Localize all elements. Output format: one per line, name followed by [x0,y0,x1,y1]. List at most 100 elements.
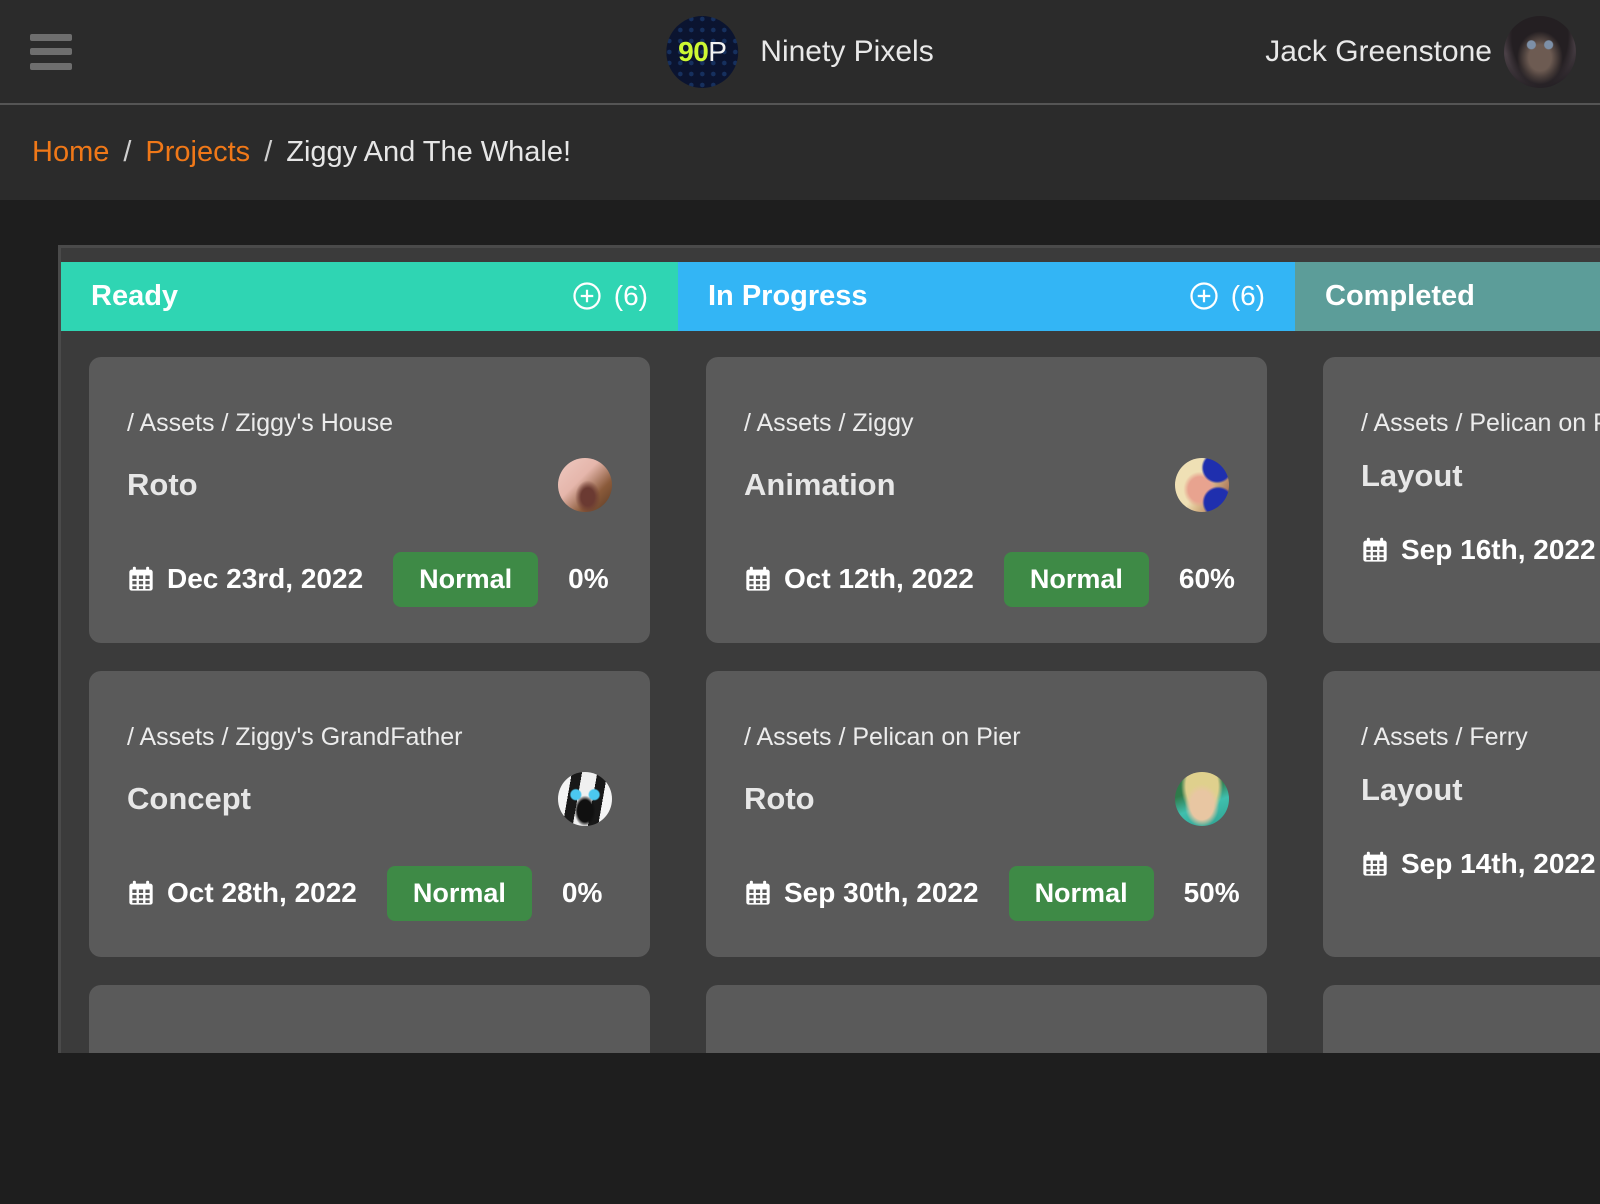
kanban-column-ready: Ready (6) / Assets / Ziggy's House Roto … [61,248,678,1053]
card-assignee-avatar[interactable] [558,457,612,512]
card-path: / Assets / Ziggy's House [127,408,393,437]
kanban-column-in-progress: In Progress (6) / Assets / Ziggy Animati… [678,248,1295,1053]
app-title: Ninety Pixels [760,34,934,68]
card-progress-percent: 0% [568,563,609,595]
user-menu[interactable]: Jack Greenstone [1265,15,1576,88]
card-path: / Assets / Ziggy's GrandFather [127,722,463,751]
column-header-ready: Ready (6) [61,262,678,331]
column-title: Ready [91,279,179,312]
card-assignee-avatar[interactable] [558,771,612,826]
card-priority-badge[interactable]: Normal [393,551,539,607]
card-heading-row: Layout [1361,772,1600,808]
card-path: / Assets / Ferry [1361,722,1528,751]
column-cards-in-progress: / Assets / Ziggy Animation Oct 12th, 202… [678,331,1295,1053]
card-due-date-text: Sep 16th, 2022 [1401,533,1596,565]
hamburger-bar [30,62,72,70]
card-due-date-text: Oct 12th, 2022 [784,563,974,595]
user-avatar[interactable] [1504,15,1576,88]
breadcrumb-separator: / [123,136,132,168]
card-progress-percent: 50% [1183,877,1240,909]
hamburger-bar [30,48,72,55]
kanban-board: Ready (6) / Assets / Ziggy's House Roto … [58,245,1600,1053]
card-title: Animation [744,466,896,502]
calendar-icon [744,565,772,593]
card-due-date: Sep 30th, 2022 [744,877,979,909]
task-card[interactable] [706,984,1267,1053]
column-header-in-progress: In Progress (6) [678,262,1295,331]
calendar-icon [127,565,155,593]
task-card[interactable]: / Assets / Ferry Layout Sep 14th, 2022 [1323,670,1600,957]
card-title: Roto [127,466,198,502]
card-path: / Assets / Ziggy [744,408,914,437]
logo-mark-number: 90 [678,35,709,67]
add-card-icon[interactable] [1189,281,1219,311]
card-title: Layout [1361,457,1463,493]
breadcrumb-item-projects[interactable]: Projects [145,136,250,169]
card-title: Roto [744,780,815,816]
task-card[interactable]: / Assets / Pelican on Pier Layout [1323,356,1600,643]
card-heading-row: Roto [127,457,612,512]
card-due-date: Sep 14th, 2022 [1361,848,1596,880]
card-footer: Sep 14th, 2022 [1361,848,1600,880]
hamburger-menu-icon[interactable] [30,33,72,70]
board-area: Ready (6) / Assets / Ziggy's House Roto … [0,200,1600,1204]
add-card-icon[interactable] [572,281,602,311]
column-card-count: (6) [613,280,648,312]
breadcrumb-item-current: Ziggy And The Whale! [286,136,572,168]
brand[interactable]: 90 P Ninety Pixels [666,15,934,88]
card-path: / Assets / Pelican on Pier [1361,408,1600,437]
card-priority-badge[interactable]: Normal [1008,865,1154,921]
card-footer: Oct 28th, 2022 Normal 0% [127,865,612,921]
calendar-icon [1361,850,1389,878]
card-due-date-text: Oct 28th, 2022 [167,877,357,909]
column-title: In Progress [708,279,868,312]
logo-mark-letter: P [708,35,727,67]
column-cards-ready: / Assets / Ziggy's House Roto Dec 23rd, … [61,331,678,1053]
card-path: / Assets / Pelican on Pier [744,722,1021,751]
card-footer: Sep 16th, 2022 [1361,534,1600,566]
column-header-completed: Completed [1295,262,1600,331]
task-card[interactable] [89,984,650,1053]
card-title: Layout [1361,771,1463,807]
calendar-icon [744,879,772,907]
breadcrumb-separator: / [264,136,273,168]
column-card-count: (6) [1230,280,1265,312]
task-card[interactable]: / Assets / Ziggy's House Roto Dec 23rd, … [89,356,650,643]
card-due-date: Oct 12th, 2022 [744,563,974,595]
card-due-date-text: Dec 23rd, 2022 [167,563,364,595]
card-assignee-avatar[interactable] [1175,457,1229,512]
card-due-date: Oct 28th, 2022 [127,877,357,909]
card-title: Concept [127,780,251,816]
card-footer: Sep 30th, 2022 Normal 50% [744,865,1240,921]
card-heading-row: Roto [744,771,1229,826]
task-card[interactable]: / Assets / Ziggy Animation Oct 12th, 202… [706,356,1267,643]
card-due-date-text: Sep 30th, 2022 [784,877,979,909]
card-priority-badge[interactable]: Normal [1003,551,1149,607]
app-logo-icon: 90 P [666,15,739,88]
card-progress-percent: 60% [1178,563,1235,595]
kanban-columns: Ready (6) / Assets / Ziggy's House Roto … [61,248,1600,1053]
user-name-label: Jack Greenstone [1265,34,1492,68]
column-meta: (6) [1189,280,1265,312]
kanban-column-completed: Completed / Assets / Pelican on Pier Lay… [1295,248,1600,1053]
app-header: 90 P Ninety Pixels Jack Greenstone [0,0,1600,105]
breadcrumb: Home / Projects / Ziggy And The Whale! [0,105,1600,200]
column-meta: (6) [572,280,648,312]
task-card[interactable]: / Assets / Pelican on Pier Roto Sep 30th… [706,670,1267,957]
task-card[interactable]: / Assets / Ziggy's GrandFather Concept O… [89,670,650,957]
card-due-date: Dec 23rd, 2022 [127,563,363,595]
column-cards-completed: / Assets / Pelican on Pier Layout [1295,331,1600,1053]
card-assignee-avatar[interactable] [1175,771,1229,826]
card-footer: Oct 12th, 2022 Normal 60% [744,551,1235,607]
card-due-date-text: Sep 14th, 2022 [1401,847,1596,879]
card-heading-row: Layout [1361,458,1600,494]
task-card[interactable] [1323,984,1600,1053]
card-priority-badge[interactable]: Normal [386,865,532,921]
card-heading-row: Animation [744,457,1229,512]
column-title: Completed [1325,279,1475,312]
card-footer: Dec 23rd, 2022 Normal 0% [127,551,612,607]
card-due-date: Sep 16th, 2022 [1361,534,1596,566]
card-heading-row: Concept [127,771,612,826]
breadcrumb-item-home[interactable]: Home [32,136,109,169]
card-progress-percent: 0% [561,877,603,909]
